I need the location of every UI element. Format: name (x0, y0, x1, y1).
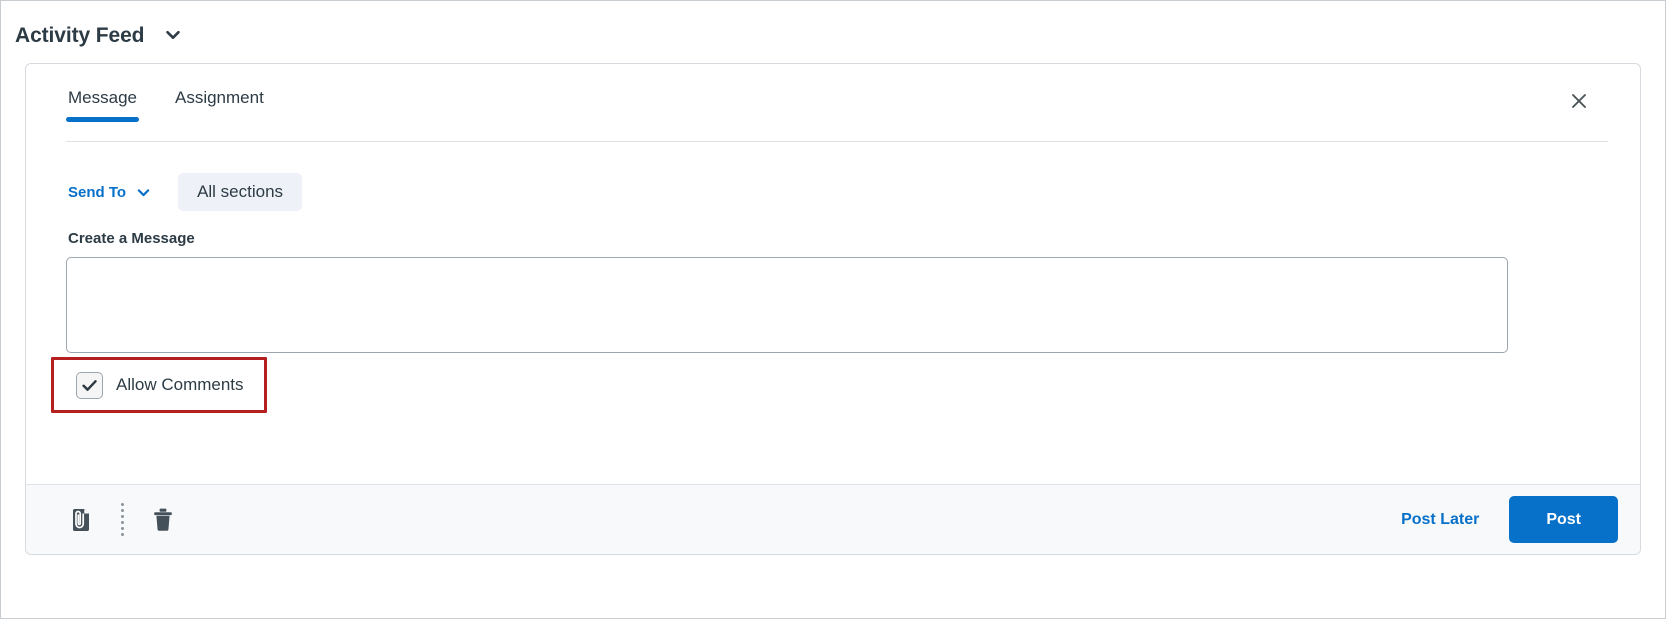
allow-comments-checkbox-row[interactable]: Allow Comments (76, 367, 244, 403)
send-to-button[interactable]: Send To (66, 184, 154, 201)
page-header: Activity Feed (1, 1, 1665, 57)
allow-comments-label: Allow Comments (116, 375, 244, 394)
create-message-input[interactable] (66, 257, 1508, 353)
post-later-button[interactable]: Post Later (1399, 505, 1481, 535)
tab-message[interactable]: Message (66, 86, 139, 123)
allow-comments-checkbox[interactable] (76, 371, 103, 399)
tab-bar: Message Assignment (26, 64, 1640, 142)
check-icon (82, 379, 97, 391)
send-to-chevron-down-icon (137, 188, 150, 196)
send-to-row: Send To All sections (66, 172, 1600, 212)
tab-assignment-label: Assignment (174, 88, 264, 107)
tab-assignment[interactable]: Assignment (173, 86, 266, 122)
post-button[interactable]: Post (1509, 496, 1618, 543)
compose-body: Send To All sections Create a Message Al… (26, 142, 1640, 484)
compose-card: Message Assignment Send To All sections … (25, 63, 1641, 555)
footer-tools (66, 503, 177, 536)
activity-feed-page: Activity Feed Message Assignment Send To… (0, 0, 1666, 619)
tab-message-label: Message (68, 88, 137, 107)
footer-actions: Post Later Post (1399, 496, 1618, 543)
tab-active-underline (66, 117, 139, 123)
close-icon[interactable] (1564, 86, 1594, 116)
paperclip-icon[interactable] (66, 504, 96, 536)
tab-list: Message Assignment (66, 86, 266, 123)
page-title: Activity Feed (15, 23, 145, 47)
page-title-chevron-down-icon[interactable] (162, 24, 184, 46)
send-to-selected-pill[interactable]: All sections (178, 173, 303, 211)
vertical-dots-divider-icon (115, 503, 130, 536)
trash-icon[interactable] (149, 504, 177, 535)
send-to-label: Send To (68, 183, 127, 201)
allow-comments-group: Allow Comments (51, 357, 267, 413)
compose-footer: Post Later Post (26, 484, 1640, 554)
create-message-label: Create a Message (68, 230, 195, 247)
